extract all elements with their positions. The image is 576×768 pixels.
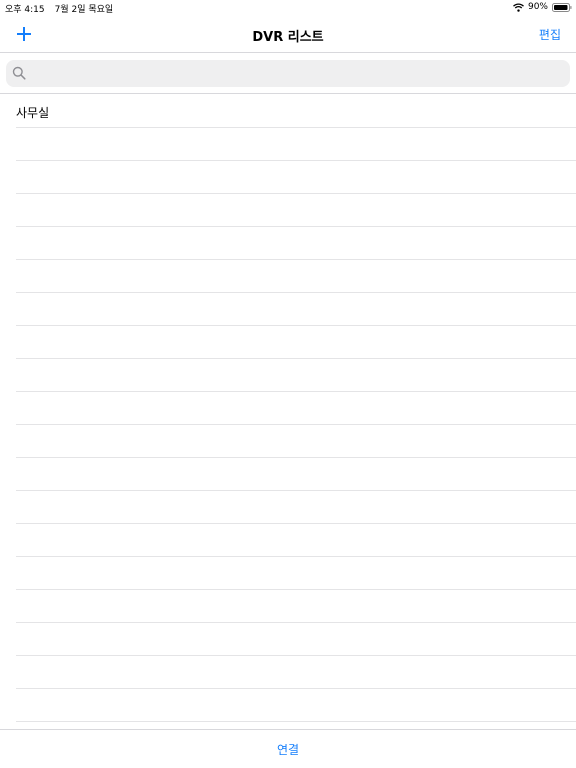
list-item[interactable] <box>16 227 576 260</box>
status-date: 7월 2일 목요일 <box>54 5 114 15</box>
list-item[interactable] <box>16 194 576 227</box>
list-item[interactable] <box>16 524 576 557</box>
status-left: 오후 4:15 7월 2일 목요일 <box>5 2 113 15</box>
status-bar: 오후 4:15 7월 2일 목요일 90% <box>0 0 576 16</box>
list-item[interactable] <box>16 293 576 326</box>
list-item[interactable]: 사무실 <box>16 95 576 128</box>
wifi-icon <box>513 2 524 12</box>
list-item[interactable] <box>16 458 576 491</box>
search-field[interactable] <box>6 60 570 87</box>
battery-icon <box>552 2 572 12</box>
search-bar <box>0 53 576 94</box>
list-item[interactable] <box>16 392 576 425</box>
connect-button[interactable]: 연결 <box>0 741 576 758</box>
list-item[interactable] <box>16 656 576 689</box>
dvr-list: 사무실 <box>0 95 576 722</box>
list-item[interactable] <box>16 359 576 392</box>
list-item[interactable] <box>16 260 576 293</box>
list-item[interactable] <box>16 491 576 524</box>
search-input[interactable] <box>30 60 560 87</box>
list-item-label: 사무실 <box>16 106 50 120</box>
list-item[interactable] <box>16 161 576 194</box>
list-item[interactable] <box>16 590 576 623</box>
nav-bar: DVR 리스트 편집 <box>0 16 576 53</box>
search-icon <box>12 66 26 80</box>
list-item[interactable] <box>16 689 576 722</box>
list-item[interactable] <box>16 128 576 161</box>
bottom-toolbar: 연결 <box>0 729 576 768</box>
list-item[interactable] <box>16 326 576 359</box>
edit-button[interactable]: 편집 <box>539 26 561 43</box>
page-title: DVR 리스트 <box>252 30 324 45</box>
list-item[interactable] <box>16 557 576 590</box>
status-right: 90% <box>513 2 572 12</box>
list-item[interactable] <box>16 623 576 656</box>
list-item[interactable] <box>16 425 576 458</box>
battery-percent: 90% <box>527 2 548 12</box>
status-time: 오후 4:15 <box>5 5 45 15</box>
